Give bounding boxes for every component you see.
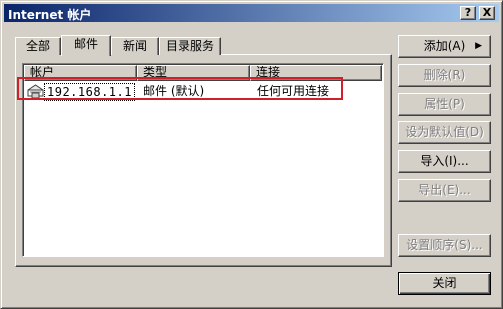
row-highlight-annotation <box>17 77 343 100</box>
properties-button[interactable]: 属性(P) <box>398 93 491 116</box>
window-title: Internet 帐户 <box>8 8 92 22</box>
remove-button[interactable]: 删除(R) <box>398 64 491 87</box>
import-button[interactable]: 导入(I)... <box>398 150 491 173</box>
close-window-button[interactable]: X <box>479 6 495 20</box>
tab-news[interactable]: 新闻 <box>111 37 159 55</box>
title-bar: Internet 帐户 ? X <box>4 4 499 22</box>
tab-directory-service[interactable]: 目录服务 <box>159 37 221 55</box>
close-button[interactable]: 关闭 <box>398 272 491 295</box>
set-order-button[interactable]: 设置顺序(S)... <box>398 234 491 257</box>
add-button-label: 添加(A) <box>423 39 466 53</box>
export-button[interactable]: 导出(E)... <box>398 179 491 202</box>
internet-accounts-dialog: Internet 帐户 ? X 全部 邮件 新闻 目录服务 帐户 类型 连接 1… <box>0 0 503 309</box>
help-button[interactable]: ? <box>460 6 476 20</box>
submenu-arrow-icon: ▶ <box>475 41 482 51</box>
tab-mail[interactable]: 邮件 <box>61 35 111 56</box>
set-default-button[interactable]: 设为默认值(D) <box>398 121 491 144</box>
tab-all[interactable]: 全部 <box>15 37 61 55</box>
add-button[interactable]: 添加(A) ▶ <box>398 35 491 58</box>
